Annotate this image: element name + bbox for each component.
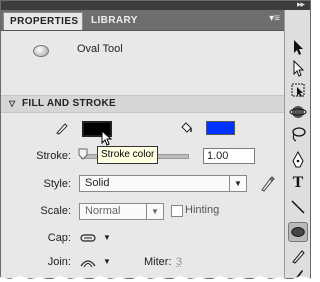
line-icon[interactable] [288, 197, 308, 217]
hinting-label: Hinting [185, 204, 220, 216]
text-icon[interactable]: T [288, 173, 308, 193]
mouse-cursor-icon [101, 130, 113, 146]
edit-stroke-style-pencil-icon[interactable] [259, 176, 275, 192]
subselection-icon[interactable] [288, 58, 308, 78]
section-title: FILL AND STROKE [22, 98, 116, 109]
collapse-triangle-icon[interactable]: ▽ [9, 96, 15, 112]
oval-tool-icon [33, 45, 49, 57]
join-dropdown-arrow-icon[interactable]: ▼ [103, 257, 111, 266]
hinting-checkbox[interactable] [171, 205, 183, 217]
panel-title-strip: ▸▸ [1, 1, 310, 10]
panel-menu-icon[interactable]: ▾≡ [269, 13, 280, 25]
chevron-down-icon: ▼ [146, 204, 163, 219]
3d-rotation-icon[interactable] [288, 102, 308, 122]
scale-dropdown[interactable]: Normal ▼ [79, 203, 164, 220]
stroke-pencil-icon [56, 123, 68, 135]
fill-and-stroke-header[interactable]: ▽ FILL AND STROKE [1, 95, 284, 113]
join-label: Join: [47, 256, 71, 268]
oval-icon[interactable] [288, 222, 308, 242]
selection-icon[interactable] [288, 37, 308, 57]
stroke-color-tooltip: Stroke color [97, 146, 159, 164]
tab-properties[interactable]: PROPERTIES [3, 12, 83, 30]
style-value: Solid [85, 177, 110, 189]
stroke-width-input[interactable]: 1.00 [203, 148, 255, 164]
style-dropdown[interactable]: Solid ▼ [79, 175, 247, 192]
collapse-arrows-icon[interactable]: ▸▸ [297, 1, 305, 10]
style-label: Style: [43, 178, 71, 190]
stroke-slider-thumb[interactable] [78, 148, 88, 160]
miter-label: Miter: [144, 256, 172, 268]
join-round-icon[interactable] [80, 256, 96, 268]
scale-value: Normal [85, 205, 121, 217]
miter-value[interactable]: 3 [176, 256, 182, 268]
properties-panel: ▸▸ PROPERTIES LIBRARY ▾≡ Oval Tool ▽ FIL… [0, 0, 311, 279]
stroke-label: Stroke: [36, 150, 71, 162]
lasso-icon[interactable] [288, 124, 308, 144]
tool-name: Oval Tool [77, 43, 123, 55]
cap-dropdown-arrow-icon[interactable]: ▼ [103, 233, 111, 242]
cap-round-icon[interactable] [80, 233, 96, 243]
cap-label: Cap: [47, 232, 71, 244]
panel-tab-bar: PROPERTIES LIBRARY ▾≡ [1, 10, 284, 31]
paint-bucket-icon [181, 122, 192, 133]
scale-label: Scale: [40, 205, 71, 217]
tools-panel: T [284, 10, 310, 278]
fill-color-swatch[interactable] [206, 121, 235, 135]
free-transform-icon[interactable] [288, 80, 308, 100]
torn-edge-decoration [0, 276, 313, 282]
pen-icon[interactable] [288, 150, 308, 170]
oval-shape-icon [291, 227, 305, 237]
tab-library[interactable]: LIBRARY [85, 12, 145, 30]
chevron-down-icon: ▼ [229, 176, 246, 191]
pencil-icon[interactable] [288, 246, 308, 266]
